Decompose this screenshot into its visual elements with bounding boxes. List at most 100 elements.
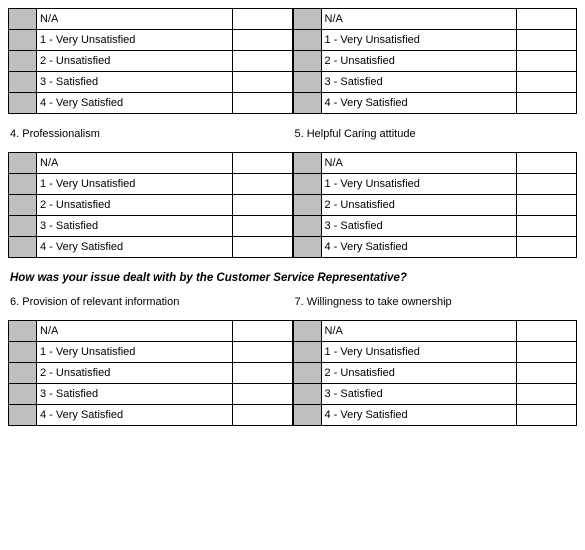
radio-cell[interactable] [9, 321, 37, 342]
radio-cell[interactable] [9, 174, 37, 195]
rating-row: 3 - Satisfied [293, 216, 577, 237]
trail-cell [517, 237, 577, 258]
rating-table: N/A 1 - Very Unsatisfied 2 - Unsatisfied… [8, 8, 293, 114]
rating-option-label: 2 - Unsatisfied [37, 363, 233, 384]
radio-cell[interactable] [293, 216, 321, 237]
radio-cell[interactable] [293, 72, 321, 93]
section-heading: How was your issue dealt with by the Cus… [8, 258, 577, 296]
rating-row: 4 - Very Satisfied [9, 237, 293, 258]
radio-cell[interactable] [9, 384, 37, 405]
trail-cell [517, 9, 577, 30]
rating-row: N/A [293, 153, 577, 174]
radio-cell[interactable] [293, 153, 321, 174]
radio-cell[interactable] [9, 9, 37, 30]
rating-row: 2 - Unsatisfied [9, 363, 293, 384]
rating-option-label: 1 - Very Unsatisfied [37, 174, 233, 195]
rating-option-label: N/A [321, 153, 517, 174]
radio-cell[interactable] [9, 195, 37, 216]
radio-cell[interactable] [293, 93, 321, 114]
radio-cell[interactable] [9, 153, 37, 174]
trail-cell [232, 51, 292, 72]
trail-cell [517, 93, 577, 114]
rating-option-label: 2 - Unsatisfied [37, 51, 233, 72]
trail-cell [232, 153, 292, 174]
rating-pair-2: N/A 1 - Very Unsatisfied 2 - Unsatisfied… [8, 152, 577, 258]
radio-cell[interactable] [293, 363, 321, 384]
rating-option-label: N/A [37, 153, 233, 174]
rating-row: 2 - Unsatisfied [293, 51, 577, 72]
radio-cell[interactable] [9, 93, 37, 114]
radio-cell[interactable] [293, 9, 321, 30]
radio-cell[interactable] [293, 51, 321, 72]
radio-cell[interactable] [9, 72, 37, 93]
rating-option-label: 1 - Very Unsatisfied [321, 342, 517, 363]
trail-cell [517, 174, 577, 195]
radio-cell[interactable] [293, 237, 321, 258]
trail-cell [232, 321, 292, 342]
radio-cell[interactable] [293, 384, 321, 405]
rating-row: N/A [293, 321, 577, 342]
trail-cell [232, 93, 292, 114]
question-labels-6-7: 6. Provision of relevant information 7. … [8, 296, 577, 320]
trail-cell [232, 237, 292, 258]
trail-cell [232, 72, 292, 93]
rating-option-label: 3 - Satisfied [321, 216, 517, 237]
radio-cell[interactable] [9, 51, 37, 72]
trail-cell [517, 216, 577, 237]
rating-option-label: 1 - Very Unsatisfied [37, 30, 233, 51]
radio-cell[interactable] [9, 405, 37, 426]
radio-cell[interactable] [9, 363, 37, 384]
question-7-label: 7. Willingness to take ownership [293, 296, 578, 308]
trail-cell [232, 216, 292, 237]
rating-col-left: N/A 1 - Very Unsatisfied 2 - Unsatisfied… [8, 8, 293, 114]
rating-table: N/A 1 - Very Unsatisfied 2 - Unsatisfied… [293, 320, 578, 426]
trail-cell [517, 51, 577, 72]
rating-option-label: N/A [37, 321, 233, 342]
trail-cell [232, 342, 292, 363]
rating-option-label: 2 - Unsatisfied [321, 51, 517, 72]
rating-row: N/A [9, 153, 293, 174]
rating-row: 1 - Very Unsatisfied [293, 174, 577, 195]
radio-cell[interactable] [9, 237, 37, 258]
rating-row: 2 - Unsatisfied [293, 195, 577, 216]
radio-cell[interactable] [293, 405, 321, 426]
trail-cell [517, 72, 577, 93]
trail-cell [517, 363, 577, 384]
rating-row: N/A [9, 321, 293, 342]
rating-row: 1 - Very Unsatisfied [9, 342, 293, 363]
rating-table: N/A 1 - Very Unsatisfied 2 - Unsatisfied… [293, 8, 578, 114]
trail-cell [232, 9, 292, 30]
rating-option-label: 4 - Very Satisfied [321, 237, 517, 258]
rating-row: 3 - Satisfied [9, 384, 293, 405]
radio-cell[interactable] [9, 30, 37, 51]
rating-row: 3 - Satisfied [293, 384, 577, 405]
radio-cell[interactable] [9, 342, 37, 363]
question-labels-4-5: 4. Professionalism 5. Helpful Caring att… [8, 114, 577, 152]
rating-pair-3: N/A 1 - Very Unsatisfied 2 - Unsatisfied… [8, 320, 577, 426]
radio-cell[interactable] [293, 30, 321, 51]
rating-option-label: 1 - Very Unsatisfied [321, 174, 517, 195]
question-6-label: 6. Provision of relevant information [8, 296, 293, 308]
trail-cell [517, 405, 577, 426]
rating-option-label: 3 - Satisfied [37, 72, 233, 93]
rating-option-label: 1 - Very Unsatisfied [321, 30, 517, 51]
rating-option-label: 4 - Very Satisfied [321, 93, 517, 114]
radio-cell[interactable] [293, 174, 321, 195]
rating-row: 4 - Very Satisfied [9, 93, 293, 114]
radio-cell[interactable] [293, 195, 321, 216]
rating-option-label: N/A [321, 321, 517, 342]
radio-cell[interactable] [293, 321, 321, 342]
rating-row: 2 - Unsatisfied [293, 363, 577, 384]
radio-cell[interactable] [293, 342, 321, 363]
rating-option-label: 3 - Satisfied [37, 216, 233, 237]
rating-row: 1 - Very Unsatisfied [9, 174, 293, 195]
rating-option-label: 1 - Very Unsatisfied [37, 342, 233, 363]
rating-option-label: N/A [37, 9, 233, 30]
rating-row: N/A [9, 9, 293, 30]
rating-row: 1 - Very Unsatisfied [293, 30, 577, 51]
radio-cell[interactable] [9, 216, 37, 237]
rating-option-label: 4 - Very Satisfied [37, 237, 233, 258]
rating-option-label: 4 - Very Satisfied [321, 405, 517, 426]
rating-option-label: 3 - Satisfied [321, 384, 517, 405]
trail-cell [232, 384, 292, 405]
